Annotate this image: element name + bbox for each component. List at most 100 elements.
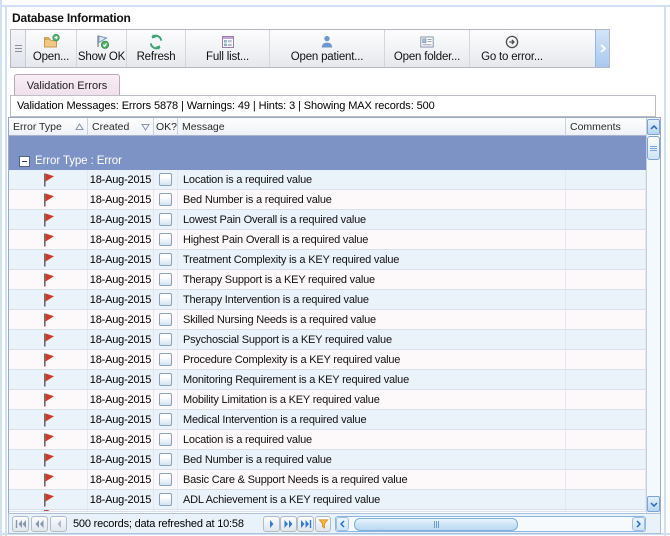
message-cell: Location is a required value [178,430,566,449]
ok-checkbox[interactable] [159,373,172,386]
ok-checkbox[interactable] [159,193,172,206]
ok-cell [154,290,178,309]
column-header-comments[interactable]: Comments [566,118,646,136]
message-cell: ADL Achievement is a KEY required value [178,490,566,509]
column-header-message[interactable]: Message [178,118,566,136]
go-to-error-button-label: Go to error... [481,51,543,63]
table-row[interactable]: 18-Aug-2015 Treatment Complexity is a KE… [9,250,646,270]
vertical-scroll-thumb[interactable] [647,136,660,160]
table-row[interactable]: 18-Aug-2015 Psychoscial Support is a KEY… [9,330,646,350]
table-row[interactable]: 18-Aug-2015 Highest Pain Overall is a re… [9,230,646,250]
created-cell: 18-Aug-2015 [88,430,154,449]
horizontal-scroll-thumb[interactable] [354,517,518,531]
ok-checkbox[interactable] [159,453,172,466]
column-header-error-type[interactable]: Error Type [9,118,88,136]
table-row[interactable]: 18-Aug-2015 Location is a required value [9,430,646,450]
vertical-scrollbar[interactable] [646,118,660,513]
created-cell: 18-Aug-2015 [88,230,154,249]
error-flag-icon [44,353,54,366]
full-list-button[interactable]: Full list... [186,30,270,67]
next-page-button[interactable] [280,516,297,532]
table-row[interactable]: 18-Aug-2015 Lowest Pain Overall is a req… [9,210,646,230]
last-record-button[interactable] [297,516,314,532]
error-flag-icon [44,393,54,406]
comments-cell [566,310,646,329]
show-ok-button[interactable]: Show OK [77,30,127,67]
ok-checkbox[interactable] [159,253,172,266]
table-row[interactable]: 18-Aug-2015 Location is a required value [9,170,646,190]
window-border-left-outer [0,0,2,536]
open-patient-button[interactable]: Open patient... [270,30,385,67]
ok-checkbox[interactable] [159,233,172,246]
ok-checkbox[interactable] [159,293,172,306]
go-to-error-button[interactable]: Go to error... [470,30,554,67]
ok-checkbox[interactable] [159,333,172,346]
ok-cell [154,490,178,509]
ok-checkbox[interactable] [159,413,172,426]
ok-checkbox[interactable] [159,433,172,446]
table-row[interactable]: 18-Aug-2015 Therapy Intervention is a re… [9,290,646,310]
message-cell: Skilled Nursing Needs is a required valu… [178,310,566,329]
open-button[interactable]: Open... [26,30,77,67]
comments-cell [566,230,646,249]
table-row[interactable]: 18-Aug-2015 Medical Intervention is a re… [9,410,646,430]
ok-checkbox[interactable] [159,393,172,406]
ok-checkbox[interactable] [159,473,172,486]
toolbar-overflow-button[interactable] [595,30,609,67]
ok-cell [154,430,178,449]
table-row[interactable]: 18-Aug-2015 Procedure Complexity is a KE… [9,350,646,370]
scroll-left-button[interactable] [336,517,349,531]
filter-records-button[interactable] [315,516,331,532]
ok-cell [154,210,178,229]
ok-checkbox[interactable] [159,173,172,186]
open-folder-button[interactable]: Open folder... [385,30,470,67]
toolbar: Open... Show OK Refresh Full list... Ope… [10,29,610,68]
column-header-created[interactable]: Created [88,118,154,136]
toolbar-grip[interactable] [11,30,26,67]
funnel-icon [317,519,329,529]
comments-cell [566,350,646,369]
ok-checkbox[interactable] [159,213,172,226]
error-type-cell [9,190,88,209]
thumb-grip-icon [433,520,439,528]
ok-checkbox[interactable] [159,353,172,366]
comments-cell [566,450,646,469]
ok-checkbox[interactable] [159,313,172,326]
page-title: Database Information [12,11,131,25]
table-row[interactable]: 18-Aug-2015 Mobility Limitation is a KEY… [9,390,646,410]
tab-label: Validation Errors [26,79,108,92]
message-cell: Lowest Pain Overall is a required value [178,210,566,229]
horizontal-scrollbar[interactable] [335,516,646,532]
previous-page-button[interactable] [31,516,48,532]
created-cell: 18-Aug-2015 [88,210,154,229]
window-border-left-inner [5,7,7,536]
ok-cell [154,470,178,489]
scroll-down-button[interactable] [647,496,660,512]
table-row[interactable]: 18-Aug-2015 Skilled Nursing Needs is a r… [9,310,646,330]
table-row[interactable]: 18-Aug-2015 Monitoring Requirement is a … [9,370,646,390]
table-row[interactable]: 18-Aug-2015 Bed Number is a required val… [9,190,646,210]
previous-record-button[interactable] [50,516,67,532]
scroll-right-button[interactable] [632,517,645,531]
error-type-cell [9,450,88,469]
error-type-cell [9,470,88,489]
group-row[interactable]: Error Type : Error [9,152,122,170]
ok-checkbox[interactable] [159,493,172,506]
tab-validation-errors[interactable]: Validation Errors [14,74,120,96]
scroll-up-button[interactable] [647,119,660,135]
record-count-text: 500 records; data refreshed at 10:58 [73,517,244,530]
collapse-icon[interactable] [19,155,30,167]
first-record-button[interactable] [12,516,29,532]
ok-cell [154,250,178,269]
validation-grid: Error Type Created OK? Message Comments … [8,117,661,514]
table-row[interactable]: 18-Aug-2015 ADL Achievement is a KEY req… [9,490,646,510]
summary-bar: Validation Messages: Errors 5878 | Warni… [10,95,656,117]
ok-checkbox[interactable] [159,273,172,286]
table-row[interactable]: 18-Aug-2015 Therapy Support is a KEY req… [9,270,646,290]
refresh-button[interactable]: Refresh [127,30,186,67]
next-record-button[interactable] [263,516,280,532]
column-header-ok[interactable]: OK? [154,118,178,136]
created-cell: 18-Aug-2015 [88,410,154,429]
table-row[interactable]: 18-Aug-2015 Bed Number is a required val… [9,450,646,470]
table-row[interactable]: 18-Aug-2015 Basic Care & Support Needs i… [9,470,646,490]
